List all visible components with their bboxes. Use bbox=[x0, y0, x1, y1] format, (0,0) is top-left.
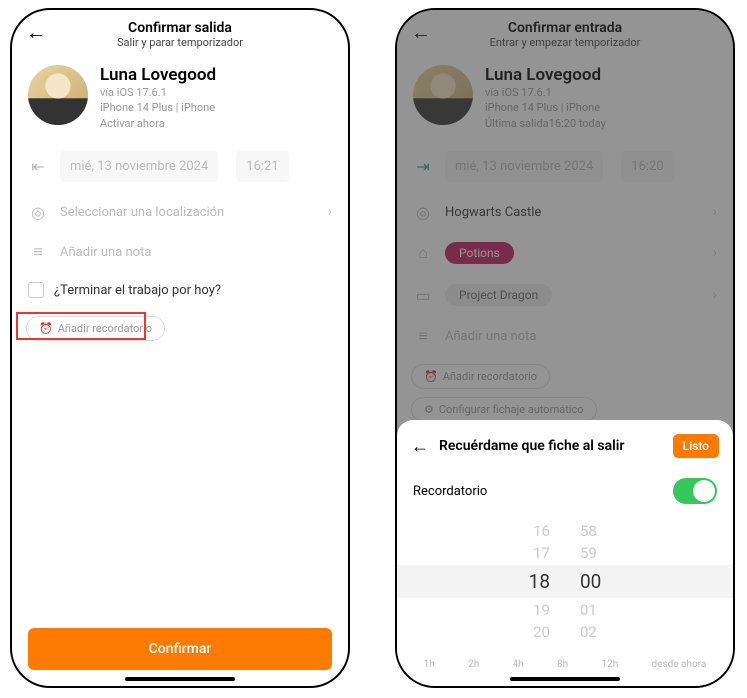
user-activate[interactable]: Activar ahora bbox=[100, 116, 216, 131]
home-indicator bbox=[125, 677, 235, 681]
location-placeholder: Seleccionar una localización bbox=[60, 205, 316, 220]
location-pin-icon: ◎ bbox=[28, 203, 48, 222]
note-placeholder: Añadir una nota bbox=[60, 245, 332, 260]
screen: ← Confirmar entrada Entrar y empezar tem… bbox=[397, 10, 733, 686]
back-arrow-icon[interactable]: ← bbox=[26, 20, 46, 45]
home-indicator bbox=[510, 677, 620, 681]
reminder-sheet: ← Recuérdame que fiche al salir Listo Re… bbox=[397, 420, 733, 686]
shortcut-2h[interactable]: 2h bbox=[468, 659, 479, 670]
header: ← Confirmar salida Salir y parar tempori… bbox=[12, 10, 348, 55]
sheet-header: ← Recuérdame que fiche al salir Listo bbox=[397, 420, 733, 468]
location-row[interactable]: ◎ Seleccionar una localización › bbox=[12, 192, 348, 232]
highlight-box bbox=[16, 312, 146, 340]
phone-left: ← Confirmar salida Salir y parar tempori… bbox=[10, 8, 350, 688]
confirm-button[interactable]: Confirmar bbox=[28, 628, 332, 670]
time-field[interactable]: 16:21 bbox=[236, 151, 288, 182]
time-picker[interactable]: 1658 1759 1800 1901 2002 bbox=[397, 514, 733, 649]
back-arrow-icon[interactable]: ← bbox=[411, 436, 429, 457]
shortcut-12h[interactable]: 12h bbox=[601, 659, 618, 670]
note-icon: ≡ bbox=[28, 242, 48, 262]
sheet-title: Recuérdame que fiche al salir bbox=[439, 438, 663, 454]
finish-work-row[interactable]: ¿Terminar el trabajo por hoy? bbox=[12, 272, 348, 308]
shortcut-row: 1h 2h 4h 8h 12h desde ahora bbox=[397, 649, 733, 674]
avatar[interactable] bbox=[28, 65, 88, 125]
datetime-row[interactable]: ⇤ mié, 13 noviembre 2024 16:21 bbox=[12, 141, 348, 192]
shortcut-8h[interactable]: 8h bbox=[557, 659, 568, 670]
toggle-switch[interactable] bbox=[673, 478, 717, 504]
chevron-right-icon: › bbox=[328, 204, 332, 220]
shortcut-now[interactable]: desde ahora bbox=[652, 659, 707, 670]
finish-work-label: ¿Terminar el trabajo por hoy? bbox=[54, 283, 221, 298]
note-row[interactable]: ≡ Añadir una nota bbox=[12, 232, 348, 272]
toggle-label: Recordatorio bbox=[413, 484, 487, 499]
date-field[interactable]: mié, 13 noviembre 2024 bbox=[60, 151, 218, 182]
user-block: Luna Lovegood vía iOS 17.6.1 iPhone 14 P… bbox=[12, 55, 348, 141]
phone-right: ← Confirmar entrada Entrar y empezar tem… bbox=[395, 8, 735, 688]
user-name: Luna Lovegood bbox=[100, 65, 216, 85]
shortcut-1h[interactable]: 1h bbox=[424, 659, 435, 670]
shortcut-4h[interactable]: 4h bbox=[513, 659, 524, 670]
checkbox[interactable] bbox=[28, 282, 44, 298]
reminder-toggle-row: Recordatorio bbox=[397, 468, 733, 514]
exit-arrow-icon: ⇤ bbox=[28, 157, 48, 176]
screen: ← Confirmar salida Salir y parar tempori… bbox=[12, 10, 348, 686]
page-subtitle: Salir y parar temporizador bbox=[28, 36, 332, 49]
user-info: Luna Lovegood vía iOS 17.6.1 iPhone 14 P… bbox=[100, 65, 216, 131]
page-title: Confirmar salida bbox=[28, 20, 332, 36]
user-device: iPhone 14 Plus | iPhone bbox=[100, 100, 216, 115]
done-button[interactable]: Listo bbox=[673, 434, 719, 458]
user-os: vía iOS 17.6.1 bbox=[100, 85, 216, 100]
